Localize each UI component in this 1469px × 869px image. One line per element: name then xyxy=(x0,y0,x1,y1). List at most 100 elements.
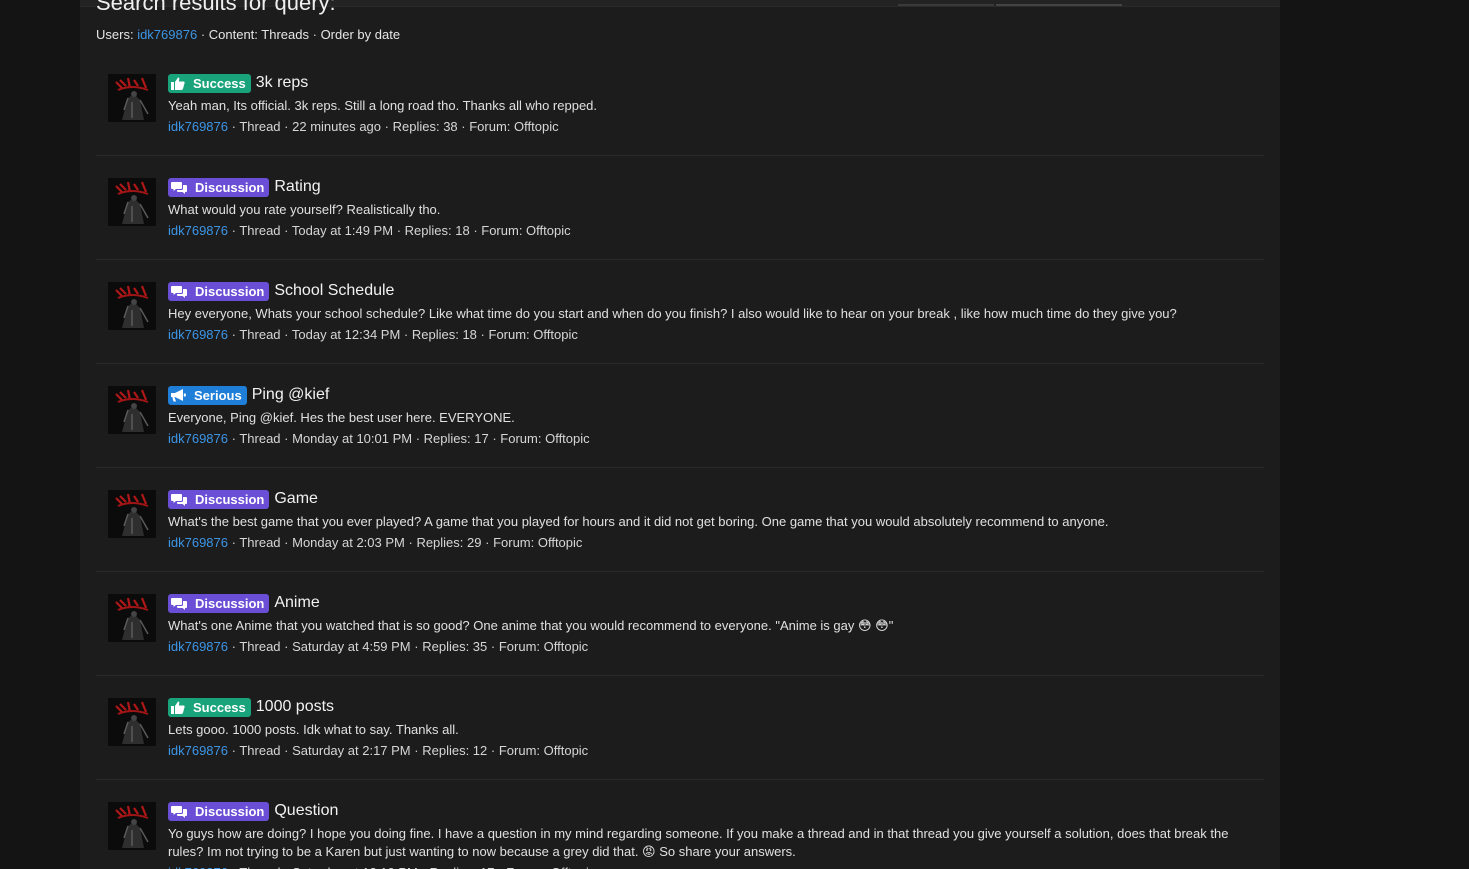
thumbs-up-icon xyxy=(171,701,189,714)
result-title-row: Discussion Game xyxy=(168,488,1244,510)
megaphone-icon xyxy=(171,388,190,402)
thread-title-link[interactable]: 1000 posts xyxy=(256,698,334,716)
prefix-label: Discussion xyxy=(195,283,265,299)
nav-tab-indicator[interactable] xyxy=(898,4,994,6)
post-time: Monday at 2:03 PM xyxy=(292,535,405,550)
query-user-link[interactable]: idk769876 xyxy=(137,27,197,42)
post-time: Saturday at 2:17 PM xyxy=(292,743,411,758)
prefix-badge[interactable]: Success xyxy=(168,697,251,717)
result-content: Discussion Game What's the best game tha… xyxy=(168,488,1244,550)
forum-name: Forum: Offtopic xyxy=(481,223,571,238)
content-type: Thread xyxy=(239,223,281,238)
author-link[interactable]: idk769876 xyxy=(168,865,228,869)
thread-title-link[interactable]: Question xyxy=(274,802,338,820)
order-text: Order by date xyxy=(320,27,401,42)
forum-name: Forum: Offtopic xyxy=(498,743,589,758)
author-link[interactable]: idk769876 xyxy=(168,535,228,550)
chat-bubbles-icon xyxy=(171,493,191,506)
search-result-item-5: Discussion Game What's the best game tha… xyxy=(96,468,1264,572)
prefix-label: Discussion xyxy=(195,491,265,507)
prefix-badge[interactable]: Discussion xyxy=(168,489,270,509)
avatar[interactable] xyxy=(108,594,156,642)
content-filter-text: Content: Threads xyxy=(208,27,309,42)
forum-name: Forum: Offtopic xyxy=(506,865,595,869)
search-query-summary: Users: idk769876 · Content: Threads · Or… xyxy=(96,27,401,42)
result-content: Success 3k reps Yeah man, Its official. … xyxy=(168,72,1244,134)
result-meta: idk769876 · Thread · Today at 12:34 PM ·… xyxy=(168,327,578,342)
result-snippet: Hey everyone, Whats your school schedule… xyxy=(168,306,1177,321)
content-type: Thread xyxy=(239,119,281,134)
thread-title-link[interactable]: Rating xyxy=(274,178,320,196)
chat-bubbles-icon xyxy=(171,805,191,818)
prefix-badge[interactable]: Success xyxy=(168,73,251,93)
prefix-label: Discussion xyxy=(195,179,265,195)
author-link[interactable]: idk769876 xyxy=(168,119,228,134)
search-result-item-1: Success 3k reps Yeah man, Its official. … xyxy=(96,52,1264,156)
chat-bubbles-icon xyxy=(171,597,191,610)
avatar[interactable] xyxy=(108,698,156,746)
result-snippet: Yeah man, Its official. 3k reps. Still a… xyxy=(168,98,598,113)
post-time: Today at 1:49 PM xyxy=(291,223,394,238)
reply-count: Replies: 38 xyxy=(392,119,458,134)
forum-name: Forum: Offtopic xyxy=(493,535,583,550)
prefix-label: Success xyxy=(193,699,246,715)
search-result-item-6: Discussion Anime What's one Anime that y… xyxy=(96,572,1264,676)
result-meta: idk769876 · Thread · Monday at 2:03 PM ·… xyxy=(168,535,583,550)
page-title: Search results for query: xyxy=(96,0,336,15)
post-time: 22 minutes ago xyxy=(292,119,382,134)
prefix-badge[interactable]: Serious xyxy=(168,385,247,405)
result-content: Discussion Anime What's one Anime that y… xyxy=(168,592,1244,654)
result-snippet: What would you rate yourself? Realistica… xyxy=(168,202,441,217)
avatar[interactable] xyxy=(108,282,156,330)
reply-count: Replies: 35 xyxy=(422,639,488,654)
search-result-item-3: Discussion School Schedule Hey everyone,… xyxy=(96,260,1264,364)
nav-tab-indicator-active[interactable] xyxy=(996,4,1122,6)
result-snippet: What's one Anime that you watched that i… xyxy=(168,618,894,633)
author-link[interactable]: idk769876 xyxy=(168,639,228,654)
chat-bubbles-icon xyxy=(171,285,191,298)
post-time: Saturday at 4:59 PM xyxy=(292,639,411,654)
prefix-badge[interactable]: Discussion xyxy=(168,801,270,821)
search-result-item-8: Discussion Question Yo guys how are doin… xyxy=(96,780,1264,869)
content-type: Thread xyxy=(239,535,281,550)
thread-title-link[interactable]: School Schedule xyxy=(274,282,394,300)
result-meta: idk769876 · Thread · Saturday at 12:10 P… xyxy=(168,865,1244,869)
result-meta: idk769876 · Thread · Saturday at 4:59 PM… xyxy=(168,639,589,654)
post-time: Monday at 10:01 PM xyxy=(292,431,413,446)
result-content: Discussion School Schedule Hey everyone,… xyxy=(168,280,1244,342)
result-title-row: Success 3k reps xyxy=(168,72,1244,94)
avatar[interactable] xyxy=(108,802,156,850)
post-time: Today at 12:34 PM xyxy=(291,327,401,342)
forum-name: Forum: Offtopic xyxy=(500,431,590,446)
author-link[interactable]: idk769876 xyxy=(168,223,228,238)
result-content: Success 1000 posts Lets gooo. 1000 posts… xyxy=(168,696,1244,758)
prefix-badge[interactable]: Discussion xyxy=(168,281,270,301)
result-title-row: Discussion Rating xyxy=(168,176,1244,198)
avatar[interactable] xyxy=(108,74,156,122)
author-link[interactable]: idk769876 xyxy=(168,327,228,342)
prefix-badge[interactable]: Discussion xyxy=(168,593,270,613)
prefix-badge[interactable]: Discussion xyxy=(168,177,270,197)
avatar[interactable] xyxy=(108,490,156,538)
avatar[interactable] xyxy=(108,178,156,226)
users-label: Users: xyxy=(96,27,134,42)
content-type: Thread xyxy=(239,431,281,446)
result-meta: idk769876 · Thread · Today at 1:49 PM · … xyxy=(168,223,571,238)
result-content: Serious Ping @kief Everyone, Ping @kief.… xyxy=(168,384,1244,446)
result-title-row: Success 1000 posts xyxy=(168,696,1244,718)
forum-name: Forum: Offtopic xyxy=(488,327,578,342)
thread-title-link[interactable]: Ping @kief xyxy=(252,386,330,404)
reply-count: Replies: 18 xyxy=(411,327,477,342)
result-meta: idk769876 · Thread · Saturday at 2:17 PM… xyxy=(168,743,589,758)
avatar[interactable] xyxy=(108,386,156,434)
search-result-item-4: Serious Ping @kief Everyone, Ping @kief.… xyxy=(96,364,1264,468)
prefix-label: Serious xyxy=(194,387,242,403)
thread-title-link[interactable]: Game xyxy=(274,490,318,508)
content-type: Thread xyxy=(239,327,281,342)
thread-title-link[interactable]: 3k reps xyxy=(256,74,308,92)
content-type: Thread xyxy=(239,743,281,758)
reply-count: Replies: 17 xyxy=(423,431,489,446)
thread-title-link[interactable]: Anime xyxy=(274,594,319,612)
author-link[interactable]: idk769876 xyxy=(168,743,228,758)
author-link[interactable]: idk769876 xyxy=(168,431,228,446)
